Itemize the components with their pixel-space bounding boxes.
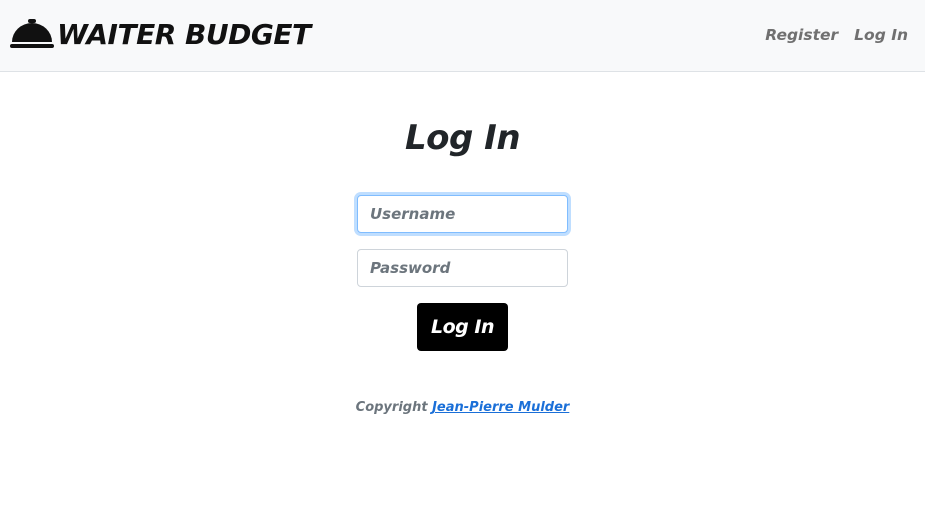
cloche-icon — [10, 19, 54, 48]
register-link[interactable]: Register — [765, 26, 838, 44]
login-nav-link[interactable]: Log In — [854, 26, 908, 44]
nav-links: Register Log In — [765, 26, 908, 44]
footer: Copyright Jean-Pierre Mulder — [0, 400, 925, 415]
login-button[interactable]: Log In — [417, 303, 508, 351]
brand-link[interactable]: WAITER BUDGET — [10, 14, 311, 54]
page-title: Log In — [404, 118, 521, 158]
username-input[interactable] — [357, 195, 568, 233]
top-navbar: WAITER BUDGET Register Log In — [0, 0, 925, 72]
copyright-label: Copyright — [355, 400, 428, 415]
brand-name: WAITER BUDGET — [57, 17, 311, 51]
password-input[interactable] — [357, 249, 568, 287]
author-link[interactable]: Jean-Pierre Mulder — [432, 400, 569, 415]
